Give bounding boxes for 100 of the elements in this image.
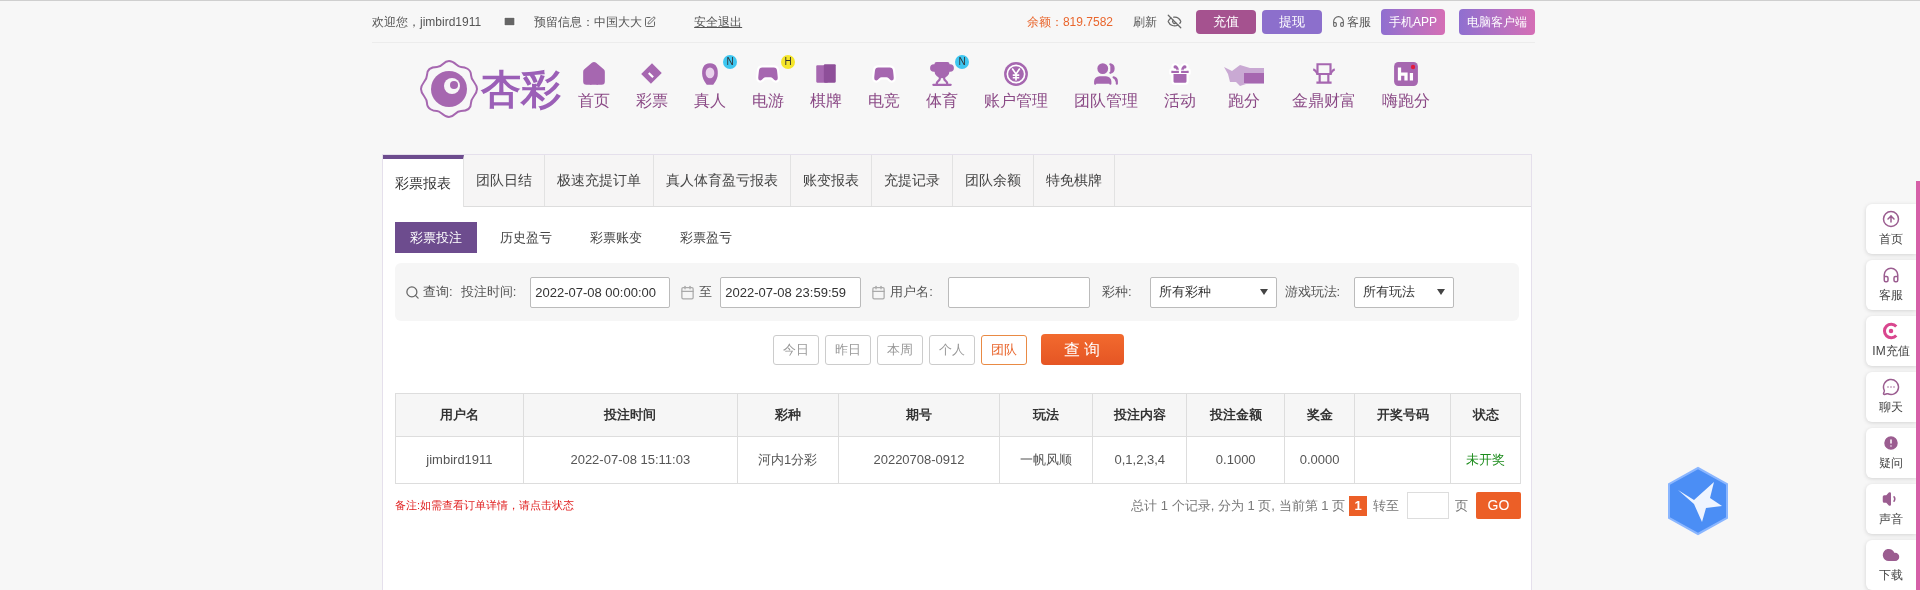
house-icon	[581, 61, 607, 87]
nav-item[interactable]: 跑分	[1211, 55, 1277, 113]
bird-app-icon	[1666, 466, 1730, 536]
report-tab[interactable]: 特免棋牌	[1034, 155, 1115, 206]
table-cell: 0.1000	[1186, 436, 1285, 484]
side-menu-item[interactable]: 下载	[1866, 540, 1916, 590]
nav-item[interactable]: 首页	[567, 55, 621, 113]
nav-item[interactable]: 活动	[1153, 55, 1207, 113]
side-menu-item[interactable]: IM充值	[1866, 316, 1916, 366]
page-unit: 页	[1455, 496, 1468, 515]
column-header: 玩法	[999, 393, 1093, 437]
note-text: 备注:如需查看订单详情，请点击状态	[395, 498, 575, 514]
lottery-select[interactable]: 所有彩种	[1149, 276, 1277, 308]
report-tab[interactable]: 团队余额	[953, 155, 1034, 206]
username-field[interactable]	[947, 276, 1090, 308]
report-tab[interactable]: 极速充提订单	[545, 155, 654, 206]
query-label: 查询:	[423, 283, 453, 302]
status-link[interactable]: 未开奖	[1450, 436, 1521, 484]
sub-tab[interactable]: 彩票账变	[575, 222, 657, 253]
sub-tab[interactable]: 彩票投注	[395, 222, 477, 253]
start-time-field[interactable]: 2022-07-08 00:00:00	[530, 276, 671, 308]
dropdown-icon	[1437, 289, 1446, 295]
search-icon	[405, 284, 420, 300]
sub-tab[interactable]: 彩票盈亏	[665, 222, 747, 253]
column-header: 投注时间	[523, 393, 738, 437]
dropdown-icon	[1259, 289, 1268, 295]
nav-item[interactable]: N 真人	[683, 55, 737, 113]
to-label: 至	[699, 283, 713, 302]
new-badge: N	[723, 55, 737, 69]
pagination-summary: 总计 1 个记录, 分为 1 页, 当前第 1 页	[1131, 496, 1345, 515]
welcome-text: 欢迎您，jimbird1911	[372, 13, 482, 31]
page-field[interactable]	[1407, 492, 1449, 519]
download-button[interactable]: 电脑客户端	[1459, 8, 1535, 35]
column-header: 奖金	[1284, 393, 1355, 437]
side-menu-item[interactable]: 声音	[1866, 484, 1916, 534]
reserved-info: 预留信息：中国大大	[534, 13, 643, 31]
nav-item[interactable]: N 体育	[915, 55, 969, 113]
play-select[interactable]: 所有玩法	[1354, 276, 1455, 308]
logo-text: 杏彩	[481, 69, 561, 109]
report-tab[interactable]: 账变报表	[791, 155, 872, 206]
download-button[interactable]: 手机APP	[1381, 8, 1445, 35]
table-cell: jimbird1911	[395, 436, 524, 484]
nav-item[interactable]: 电竞	[857, 55, 911, 113]
trophy-icon	[929, 61, 955, 87]
recharge-button[interactable]: 充值	[1196, 9, 1256, 34]
nav-item[interactable]: 金鼎财富	[1281, 55, 1367, 113]
edit-icon[interactable]	[644, 15, 657, 28]
lottery-label: 彩种:	[1101, 283, 1132, 302]
table-cell: 20220708-0912	[838, 436, 1000, 484]
arrow-up-icon	[1882, 210, 1900, 228]
logout-link[interactable]: 安全退出	[694, 12, 743, 31]
nav-item[interactable]: 嗨跑分	[1371, 55, 1441, 113]
time-label: 投注时间:	[460, 283, 517, 302]
alert-icon	[1882, 434, 1900, 452]
table-cell: 0.0000	[1284, 436, 1355, 484]
yen-icon	[1003, 61, 1029, 87]
chat-logo-icon	[1882, 322, 1900, 340]
table-cell: 河内1分彩	[737, 436, 839, 484]
new-badge: N	[955, 55, 969, 69]
goto-label: 转至	[1373, 496, 1399, 515]
new-badge: H	[781, 55, 795, 69]
sub-tab[interactable]: 历史盈亏	[485, 222, 567, 253]
table-cell: 0,1,2,3,4	[1092, 436, 1187, 484]
username-label: 用户名:	[890, 283, 933, 302]
service-link[interactable]: 客服	[1347, 12, 1371, 31]
column-header: 开奖号码	[1354, 393, 1451, 437]
nav-item[interactable]: 团队管理	[1063, 55, 1149, 113]
column-header: 期号	[838, 393, 1000, 437]
flower-logo-icon	[419, 59, 479, 119]
report-tab[interactable]: 真人体育盈亏报表	[654, 155, 791, 206]
table-cell: 一帆风顺	[999, 436, 1093, 484]
report-tab[interactable]: 充提记录	[872, 155, 953, 206]
side-menu-item[interactable]: 首页	[1866, 204, 1916, 254]
column-header: 用户名	[395, 393, 524, 437]
nav-item[interactable]: H 电游	[741, 55, 795, 113]
chat-icon	[1882, 378, 1900, 396]
app-logo-icon	[1393, 61, 1419, 87]
hide-icon[interactable]	[1167, 14, 1182, 29]
column-header: 彩种	[737, 393, 839, 437]
nav-item[interactable]: 账户管理	[973, 55, 1059, 113]
withdraw-button[interactable]: 提现	[1262, 9, 1322, 34]
column-header: 投注金额	[1186, 393, 1285, 437]
gift-icon	[1167, 61, 1193, 87]
side-menu-item[interactable]: 客服	[1866, 260, 1916, 310]
column-header: 状态	[1450, 393, 1521, 437]
play-label: 游戏玩法:	[1284, 283, 1341, 302]
nav-item[interactable]: 棋牌	[799, 55, 853, 113]
report-tab[interactable]: 团队日结	[464, 155, 545, 206]
table-cell: 2022-07-08 15:11:03	[523, 436, 738, 484]
side-menu-item[interactable]: 聊天	[1866, 372, 1916, 422]
headset-icon[interactable]	[1332, 15, 1345, 28]
report-tab[interactable]: 彩票报表	[383, 155, 464, 207]
balance-text: 余额：819.7582	[1026, 13, 1113, 31]
users-icon	[1093, 61, 1119, 87]
refresh-link[interactable]: 刷新	[1133, 12, 1157, 31]
column-header: 投注内容	[1092, 393, 1187, 437]
nav-item[interactable]: 彩票	[625, 55, 679, 113]
headset-icon	[1882, 266, 1900, 284]
side-menu-item[interactable]: 疑问	[1866, 428, 1916, 478]
end-time-field[interactable]: 2022-07-08 23:59:59	[720, 276, 862, 308]
